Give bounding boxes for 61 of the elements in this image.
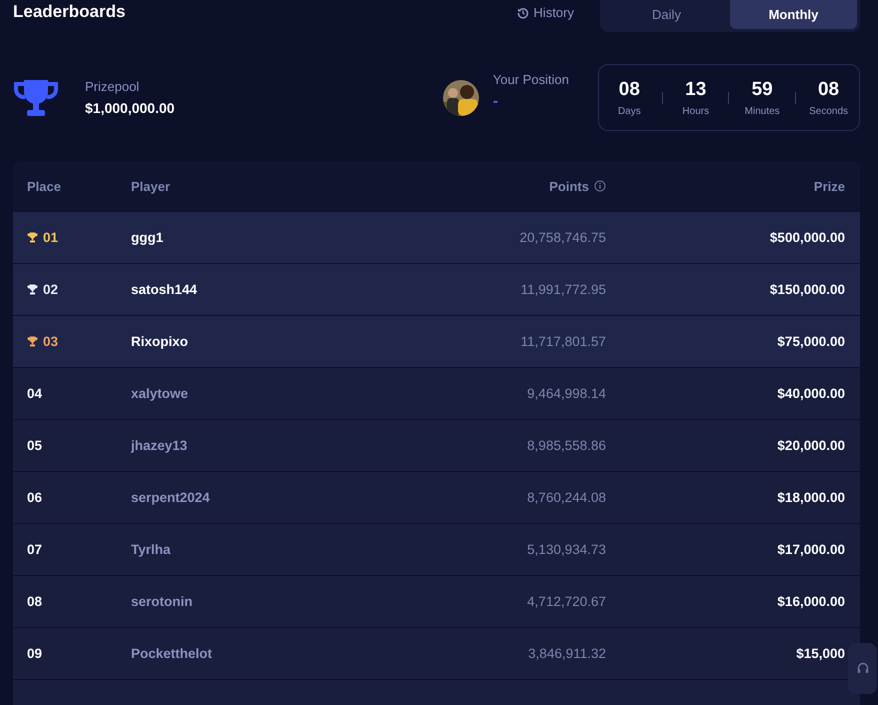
points-value: 11,991,772.95	[520, 282, 606, 297]
place-number: 01	[43, 230, 58, 245]
points-value: 5,130,934.73	[526, 542, 606, 557]
prize-amount: $17,000.00	[776, 542, 845, 557]
period-tab[interactable]: Daily	[603, 0, 730, 29]
countdown-value: 08	[618, 78, 640, 100]
prize-amount: $500,000.00	[768, 230, 845, 245]
points-value: 20,758,746.75	[518, 230, 606, 245]
player-name: Pocketthelot	[131, 646, 214, 661]
place-number: 02	[43, 282, 58, 297]
countdown-value: 59	[752, 78, 773, 100]
place-number: 05	[27, 438, 42, 453]
place-number: 04	[27, 386, 42, 401]
column-header: Player	[131, 178, 172, 194]
points-value: 11,717,801.57	[520, 334, 606, 349]
player-name: Rixopixo	[131, 334, 190, 349]
prize-amount: $40,000.00	[776, 386, 845, 401]
player-name: satosh144	[131, 282, 198, 297]
column-header: Place	[27, 178, 62, 194]
column-header: Prize	[812, 178, 845, 194]
place-number: 03	[43, 334, 58, 349]
player-name: jhazey13	[131, 438, 188, 453]
prize-amount: $15,000	[795, 646, 845, 661]
position-value: -	[492, 93, 500, 111]
countdown-unit: Days	[618, 106, 641, 116]
player-name: xalytowe	[131, 386, 190, 401]
history-icon	[516, 6, 529, 18]
player-name: serpent2024	[131, 490, 211, 505]
prizepool-label: Prizepool	[85, 79, 140, 94]
prize-amount: $20,000.00	[776, 438, 845, 453]
points-value: 8,760,244.08	[526, 490, 606, 505]
points-value: 8,985,558.86	[526, 438, 606, 453]
prize-amount: $18,000.00	[776, 490, 845, 505]
info-icon[interactable]	[594, 180, 606, 192]
position-label: Your Position	[492, 72, 569, 87]
place-number: 09	[27, 646, 42, 661]
history-button[interactable]: History	[516, 0, 574, 20]
prize-amount: $150,000.00	[768, 282, 845, 297]
place-number: 08	[27, 594, 42, 609]
column-header: Points	[549, 178, 589, 194]
prizepool-amount: $1,000,000.00	[85, 100, 175, 116]
player-name: serotonin	[131, 594, 194, 609]
countdown-value: 13	[685, 78, 706, 100]
period-tab[interactable]: Monthly	[730, 0, 857, 29]
countdown-unit: Hours	[682, 106, 710, 116]
headset-icon	[856, 662, 868, 675]
prize-amount: $75,000.00	[776, 334, 845, 349]
page-title: Leaderboards	[13, 2, 126, 22]
support-button[interactable]	[848, 643, 877, 694]
place-number: 06	[27, 490, 42, 505]
points-value: 4,712,720.67	[526, 594, 606, 609]
countdown-unit: Minutes	[744, 106, 780, 116]
points-value: 9,464,998.14	[526, 386, 606, 401]
prize-amount: $16,000.00	[776, 594, 845, 609]
trophy-icon	[13, 78, 59, 118]
points-value: 3,846,911.32	[527, 646, 606, 661]
player-name: ggg1	[131, 230, 164, 245]
countdown-unit: Seconds	[809, 106, 848, 116]
place-number: 07	[27, 542, 42, 557]
countdown-value: 08	[818, 78, 840, 100]
player-name: Tyrlha	[131, 542, 172, 557]
